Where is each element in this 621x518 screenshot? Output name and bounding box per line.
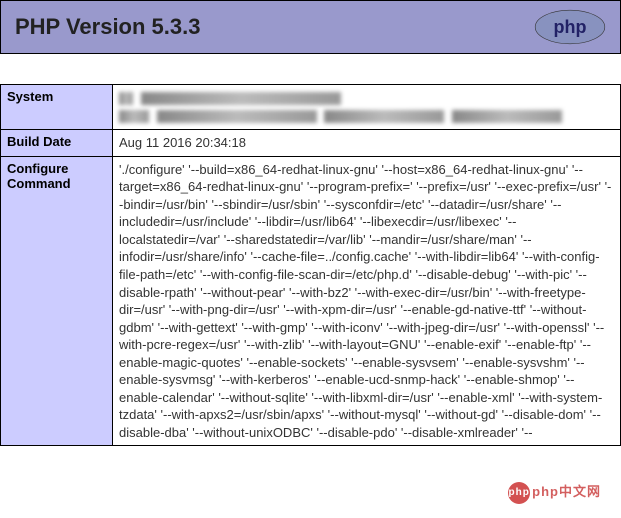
redacted-text (452, 110, 562, 123)
table-row-build-date: Build Date Aug 11 2016 20:34:18 (1, 130, 621, 157)
configure-label: Configure Command (1, 156, 113, 446)
watermark-logo-icon: php (508, 482, 530, 504)
php-logo: php (534, 9, 606, 45)
svg-text:php: php (554, 17, 587, 37)
table-row-system: System (1, 85, 621, 130)
build-date-label: Build Date (1, 130, 113, 157)
configure-value: './configure' '--build=x86_64-redhat-lin… (113, 156, 621, 446)
redacted-text (119, 110, 149, 123)
redacted-text (157, 110, 317, 123)
system-value (113, 85, 621, 130)
system-label: System (1, 85, 113, 130)
watermark-text: php中文网 (532, 484, 601, 499)
redacted-text (324, 110, 444, 123)
build-date-value: Aug 11 2016 20:34:18 (113, 130, 621, 157)
watermark: phpphp中文网 (508, 481, 601, 504)
phpinfo-header: PHP Version 5.3.3 php (0, 0, 621, 54)
phpinfo-table: System Build Date Aug 11 2016 20:34:18 C… (0, 84, 621, 446)
table-row-configure: Configure Command './configure' '--build… (1, 156, 621, 446)
redacted-text (119, 92, 133, 105)
page-title: PHP Version 5.3.3 (15, 14, 200, 40)
redacted-text (141, 92, 341, 105)
